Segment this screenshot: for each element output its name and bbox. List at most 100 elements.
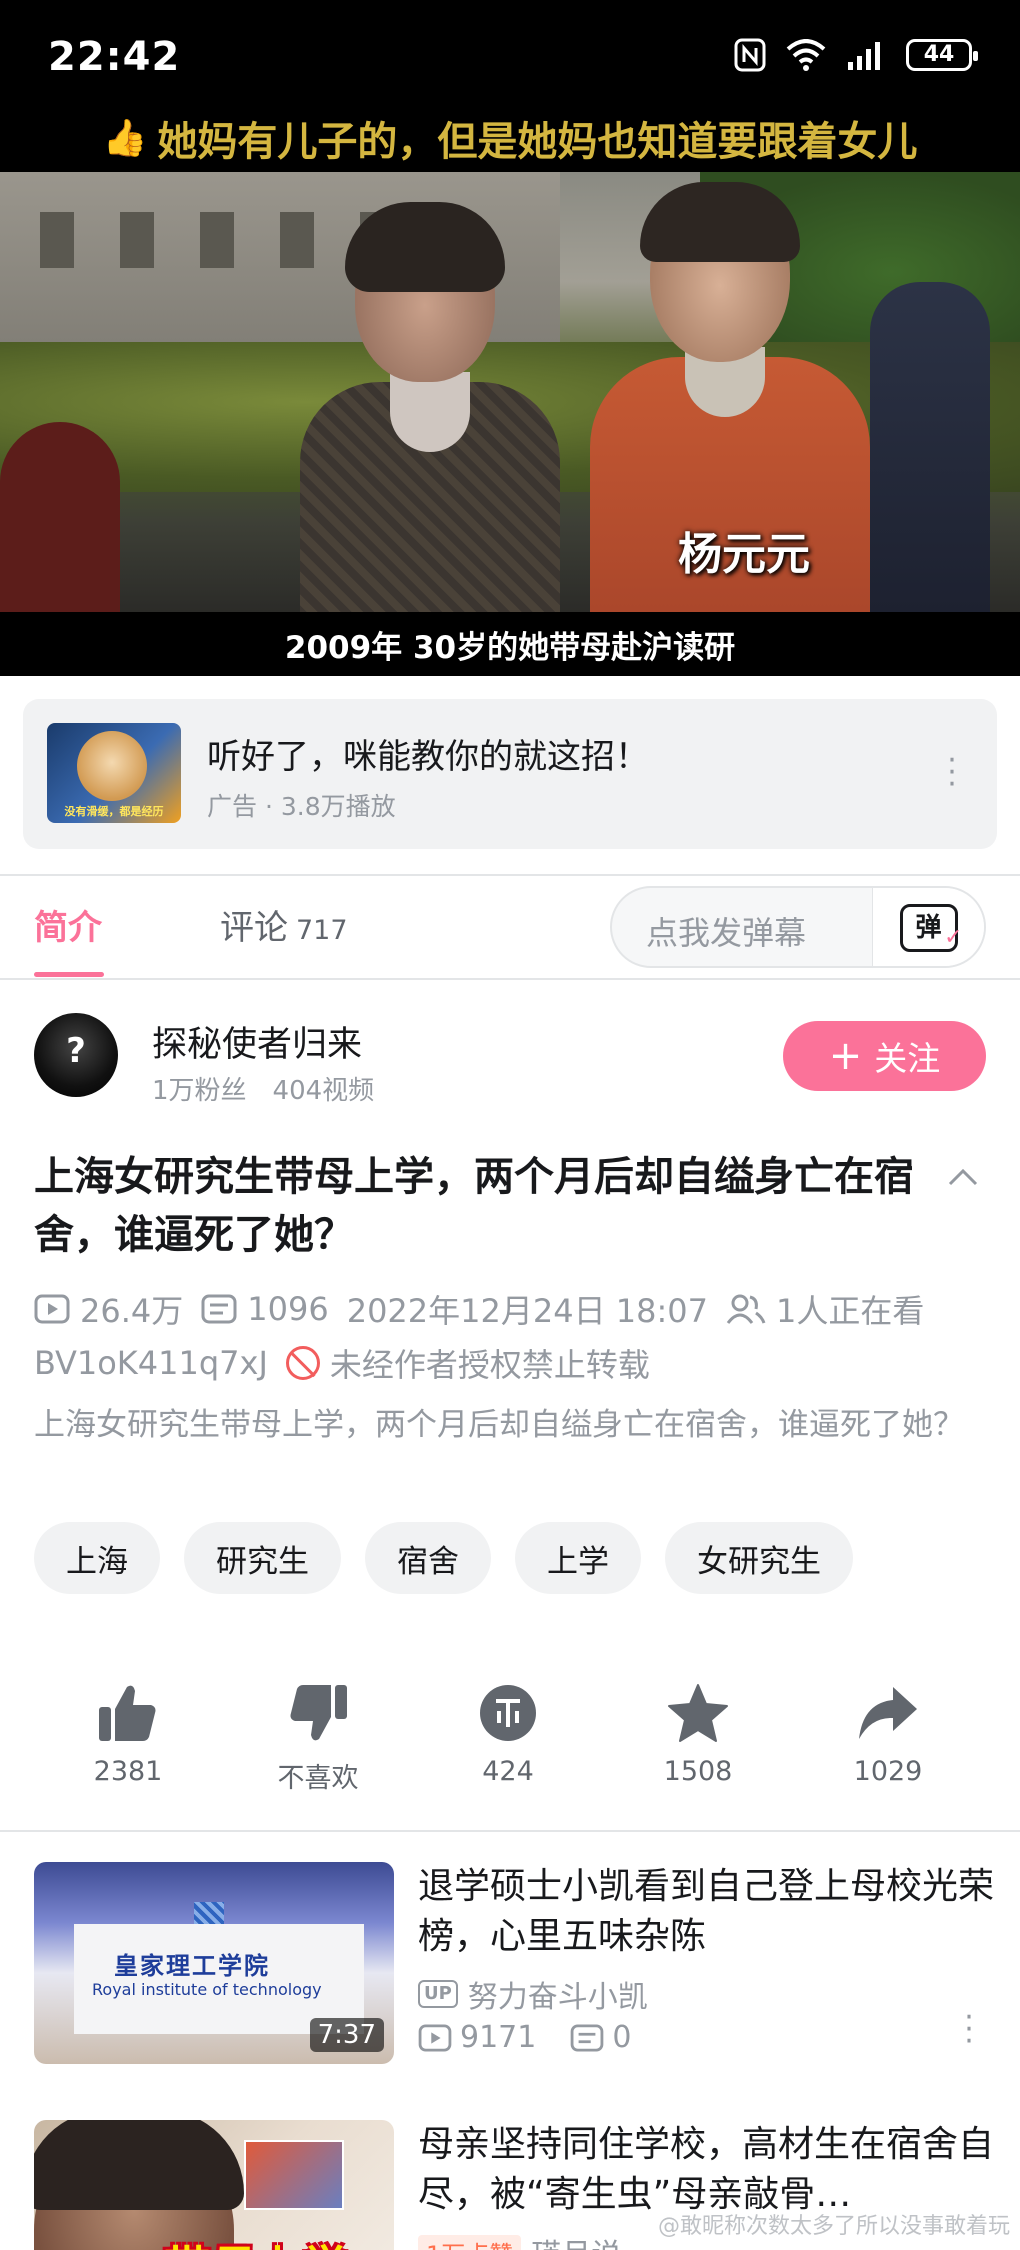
video-meta-2: BV1oK411q7xJ 未经作者授权禁止转载 bbox=[34, 1340, 650, 1386]
more-options-icon[interactable]: · · · bbox=[947, 746, 957, 800]
favorite-count: 1508 bbox=[663, 1756, 733, 1787]
video-duration: 7:37 bbox=[309, 2018, 384, 2052]
watermark: @敢昵称次数太多了所以没事敢着玩 bbox=[657, 2214, 1010, 2239]
up-icon: UP bbox=[418, 1980, 458, 2008]
nfc-icon bbox=[734, 38, 766, 72]
recommended-thumbnail[interactable]: 带母上学 bbox=[34, 2120, 394, 2250]
ad-card[interactable]: 没有滑缓，都是经历 听好了，咪能教你的就这招！ 广告 · 3.8万播放 · · · bbox=[23, 699, 997, 849]
tag[interactable]: 研究生 bbox=[184, 1522, 341, 1594]
recommended-views: 9171 bbox=[460, 2020, 537, 2055]
danmaku-icon: 弹 bbox=[899, 904, 963, 959]
tab-comments-label: 评论 bbox=[220, 908, 288, 948]
video-player[interactable]: 👍 她妈有儿子的，但是她妈也知道要跟着女儿 杨元元 2009年 30岁的她带母赴… bbox=[0, 118, 1020, 676]
thumb-text: 带母上学 bbox=[164, 2232, 348, 2250]
play-count-icon bbox=[418, 2023, 452, 2052]
video-top-caption: 👍 她妈有儿子的，但是她妈也知道要跟着女儿 bbox=[0, 118, 1020, 168]
author-fans: 1万粉丝 bbox=[152, 1076, 247, 1106]
author-videos: 404视频 bbox=[272, 1076, 375, 1106]
play-count-icon bbox=[34, 1294, 70, 1324]
recommended-title[interactable]: 退学硕士小凯看到自己登上母校光荣榜，心里五味杂陈 bbox=[418, 1862, 994, 1962]
recommended-stats: 9171 0 bbox=[418, 2020, 631, 2055]
ad-title[interactable]: 听好了，咪能教你的就这招！ bbox=[207, 729, 649, 778]
thumbs-up-icon bbox=[99, 1685, 156, 1741]
share-button[interactable]: 1029 bbox=[793, 1682, 983, 1787]
video-name-overlay: 杨元元 bbox=[678, 529, 810, 580]
divider bbox=[0, 1830, 1020, 1832]
thumbs-up-icon: 👍 bbox=[102, 118, 148, 159]
video-title: 上海女研究生带母上学，两个月后却自缢身亡在宿舍，谁逼死了她？ bbox=[34, 1154, 914, 1258]
divider bbox=[0, 978, 1020, 980]
coin-count: 424 bbox=[482, 1756, 534, 1787]
status-icons: 44 bbox=[734, 38, 978, 72]
mother-figure bbox=[300, 202, 560, 612]
ad-meta: 广告 · 3.8万播放 bbox=[207, 792, 396, 821]
publish-date: 2022年12月24日 18:07 bbox=[346, 1292, 708, 1330]
like-badge: 1万点赞 bbox=[418, 2234, 522, 2250]
recommended-danmaku: 0 bbox=[612, 2020, 632, 2055]
view-count: 26.4万 bbox=[80, 1292, 184, 1330]
thumb-text-en: Royal institute of technology bbox=[92, 1980, 322, 1999]
bystander-right bbox=[870, 282, 990, 612]
cat-image bbox=[77, 731, 147, 801]
recommended-thumbnail[interactable]: 皇家理工学院 Royal institute of technology 7:3… bbox=[34, 1862, 394, 2064]
status-time: 22:42 bbox=[48, 34, 181, 80]
tag[interactable]: 女研究生 bbox=[665, 1522, 853, 1594]
author-stats: 1万粉丝 404视频 bbox=[152, 1070, 374, 1107]
danmaku-count: 1096 bbox=[247, 1290, 329, 1328]
star-icon bbox=[668, 1684, 728, 1742]
chevron-up-icon[interactable] bbox=[946, 1160, 980, 1194]
danmaku-bar[interactable]: 点我发弹幕 弹 bbox=[610, 886, 986, 968]
watching-count: 1人正在看 bbox=[775, 1292, 925, 1330]
danmaku-toggle-button[interactable]: 弹 bbox=[872, 888, 984, 966]
dislike-button[interactable]: 不喜欢 bbox=[223, 1682, 413, 1795]
video-description: 上海女研究生带母上学，两个月后却自缢身亡在宿舍，谁逼死了她？ bbox=[34, 1407, 964, 1443]
more-options-icon[interactable]: · · · bbox=[964, 2003, 974, 2057]
video-frame: 杨元元 bbox=[0, 172, 1020, 612]
battery-icon: 44 bbox=[906, 39, 978, 71]
coin-icon bbox=[480, 1685, 536, 1741]
bystander-left bbox=[0, 422, 120, 612]
share-count: 1029 bbox=[853, 1756, 923, 1787]
tag-list: 上海 研究生 宿舍 上学 女研究生 bbox=[34, 1522, 853, 1594]
video-top-caption-text: 她妈有儿子的，但是她妈也知道要跟着女儿 bbox=[157, 119, 918, 165]
recommended-title[interactable]: 母亲坚持同住学校，高材生在宿舍自尽，被“寄生虫”母亲敲骨… bbox=[418, 2120, 994, 2220]
uploader-name: 瑛月说 bbox=[531, 2230, 621, 2250]
danmaku-count-icon bbox=[201, 1294, 237, 1324]
uploader-name: 努力奋斗小凯 bbox=[467, 1980, 648, 2015]
bvid[interactable]: BV1oK411q7xJ bbox=[34, 1344, 268, 1382]
tab-active-indicator bbox=[34, 972, 104, 977]
author-name[interactable]: 探秘使者归来 bbox=[152, 1016, 362, 1067]
no-repost-icon bbox=[285, 1346, 320, 1380]
ad-thumbnail[interactable]: 没有滑缓，都是经历 bbox=[47, 723, 181, 823]
viewers-icon bbox=[726, 1294, 766, 1324]
coin-button[interactable]: 424 bbox=[413, 1682, 603, 1787]
follow-label: 关注 bbox=[874, 1039, 941, 1078]
action-bar: 2381 不喜欢 424 1508 1029 bbox=[0, 1682, 1020, 1795]
author-avatar[interactable]: ? bbox=[34, 1013, 118, 1097]
recommended-uploader[interactable]: 1万点赞瑛月说 bbox=[418, 2230, 621, 2250]
recommended-video[interactable]: 皇家理工学院 Royal institute of technology 7:3… bbox=[34, 1862, 994, 2064]
dislike-label: 不喜欢 bbox=[277, 1763, 359, 1794]
tag[interactable]: 上学 bbox=[515, 1522, 641, 1594]
ad-thumb-caption: 没有滑缓，都是经历 bbox=[64, 805, 164, 818]
tag[interactable]: 上海 bbox=[34, 1522, 160, 1594]
wifi-icon bbox=[786, 39, 826, 71]
tab-comments[interactable]: 评论 717 bbox=[220, 900, 348, 949]
like-button[interactable]: 2381 bbox=[33, 1682, 223, 1787]
share-icon bbox=[859, 1687, 917, 1739]
tag[interactable]: 宿舍 bbox=[365, 1522, 491, 1594]
danmaku-count-icon bbox=[571, 2023, 604, 2052]
thumbs-down-icon bbox=[290, 1685, 347, 1741]
tab-intro[interactable]: 简介 bbox=[34, 900, 102, 949]
video-meta: 26.4万 1096 2022年12月24日 18:07 1人正在看 bbox=[34, 1286, 924, 1332]
recommended-uploader[interactable]: UP 努力奋斗小凯 bbox=[418, 1972, 648, 2016]
danmaku-input[interactable]: 点我发弹幕 bbox=[646, 908, 806, 954]
follow-button[interactable]: + 关注 bbox=[783, 1021, 986, 1091]
favorite-button[interactable]: 1508 bbox=[603, 1682, 793, 1787]
divider bbox=[0, 874, 1020, 876]
thumb-text: 皇家理工学院 bbox=[114, 1952, 270, 1980]
tab-comments-count: 717 bbox=[296, 915, 348, 946]
plus-icon: + bbox=[828, 1033, 863, 1079]
inset-photo bbox=[244, 2140, 344, 2210]
video-subtitle: 2009年 30岁的她带母赴沪读研 bbox=[284, 629, 736, 666]
